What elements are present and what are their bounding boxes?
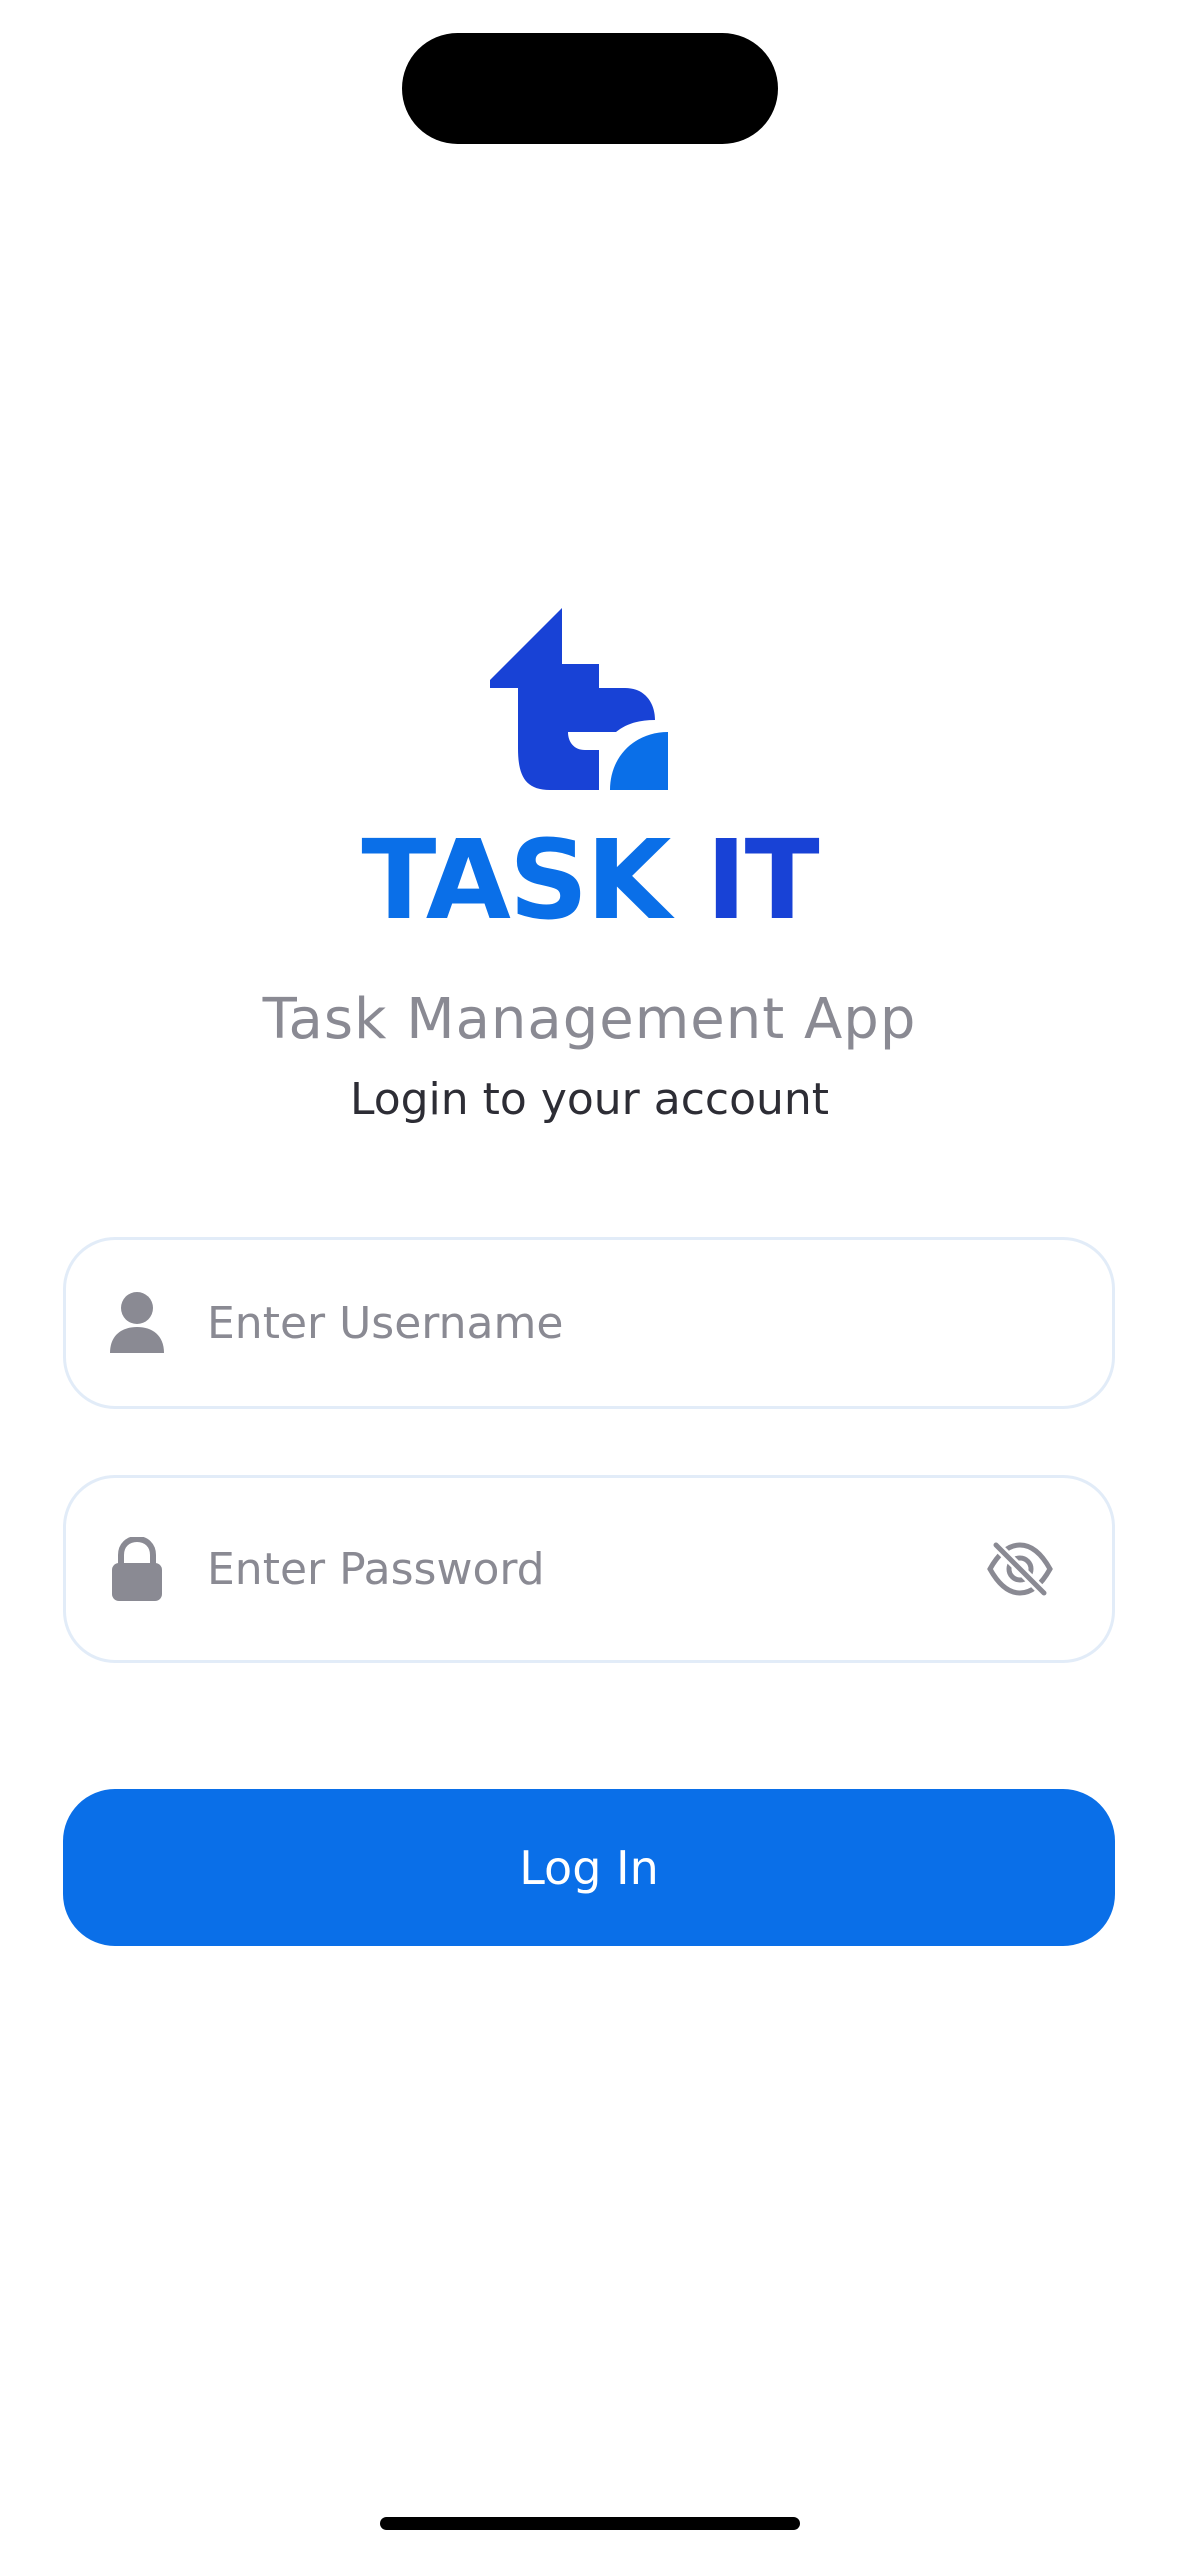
task-it-logo-icon (490, 608, 668, 790)
app-title: Task Management App (262, 987, 917, 1052)
dynamic-island (402, 33, 778, 144)
login-button[interactable]: Log In (63, 1789, 1115, 1946)
username-field[interactable] (63, 1237, 1115, 1409)
username-input[interactable] (207, 1283, 1007, 1363)
eye-slash-icon[interactable] (986, 1539, 1054, 1599)
password-field[interactable] (63, 1475, 1115, 1663)
lock-icon (112, 1537, 162, 1601)
person-icon (110, 1292, 164, 1353)
home-indicator (380, 2517, 800, 2530)
brand-name-task: TASK (361, 816, 671, 944)
brand-wordmark: TASK IT (0, 820, 1179, 940)
login-subtitle: Login to your account (349, 1074, 830, 1125)
password-input[interactable] (207, 1529, 1007, 1609)
brand-name-it: IT (705, 816, 820, 944)
